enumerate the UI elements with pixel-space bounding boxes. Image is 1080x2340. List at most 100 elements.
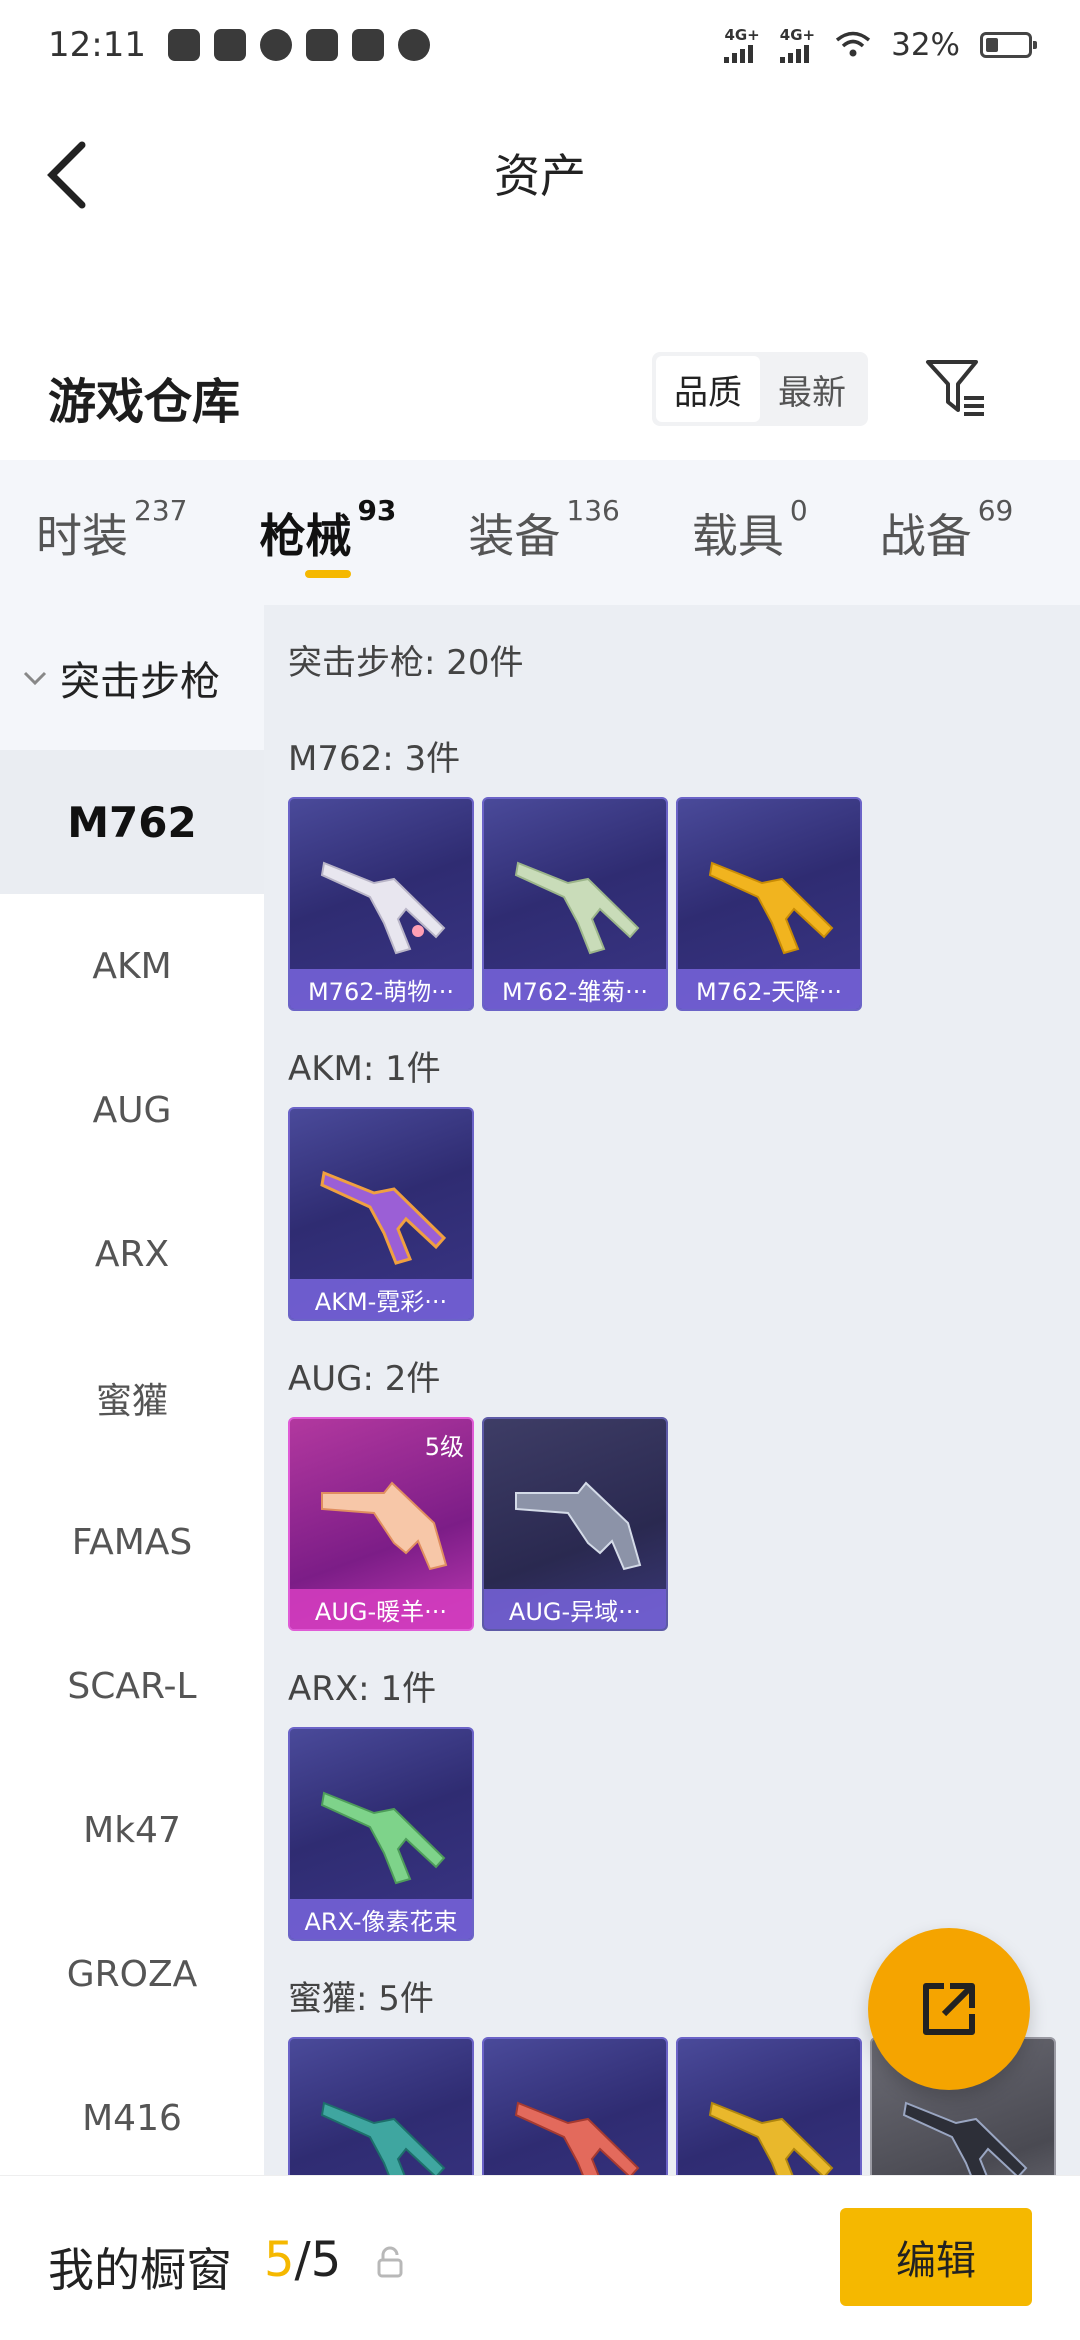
tab-label: 枪械 bbox=[259, 509, 352, 563]
rifle-icon bbox=[320, 861, 446, 955]
weapon-card-name: M762-雏菊··· bbox=[484, 969, 666, 1009]
showcase-current: 5 bbox=[264, 2232, 295, 2288]
weapon-card[interactable] bbox=[288, 2037, 474, 2175]
weapon-card-name: ARX-像素花束 bbox=[290, 1899, 472, 1939]
tab-count: 69 bbox=[977, 494, 1014, 527]
sidebar-item-arx[interactable]: ARX bbox=[0, 1182, 264, 1326]
battery-icon bbox=[980, 32, 1037, 58]
rifle-icon bbox=[514, 861, 640, 955]
rifle-icon bbox=[515, 1481, 642, 1571]
sort-newest[interactable]: 最新 bbox=[760, 356, 864, 422]
signal-label: 4G+ bbox=[724, 25, 760, 44]
wifi-icon bbox=[835, 31, 871, 57]
tab-label: 时装 bbox=[36, 509, 128, 563]
sort-toggle: 品质 最新 bbox=[652, 352, 868, 426]
weapon-card-name: AKM-霓彩··· bbox=[290, 1279, 472, 1319]
rifle-icon bbox=[320, 1791, 446, 1885]
sidebar-item-m762[interactable]: M762 bbox=[0, 750, 264, 894]
warehouse-row: 游戏仓库 品质 最新 bbox=[0, 340, 1080, 450]
showcase-bar: 我的橱窗 5/5 编辑 bbox=[0, 2175, 1080, 2340]
group-grid-m762: M762-萌物··· M762-雏菊··· M762-天降··· bbox=[288, 797, 862, 1011]
weapon-card[interactable]: 5级 AUG-暖羊··· bbox=[288, 1417, 474, 1631]
group-grid-akm: AKM-霓彩··· bbox=[288, 1107, 474, 1321]
status-time: 12:11 bbox=[48, 25, 146, 65]
showcase-label: 我的橱窗 bbox=[48, 2243, 232, 2297]
sidebar-item-honey-badger[interactable]: 蜜獾 bbox=[0, 1326, 264, 1470]
chevron-down-icon bbox=[23, 671, 47, 685]
tab-count: 136 bbox=[566, 494, 620, 527]
mail-icon bbox=[213, 29, 246, 61]
signal-icon: 4G+ bbox=[724, 25, 760, 63]
category-tabs: 时装 237 枪械 93 装备 136 载具 0 战备 69 bbox=[0, 460, 1080, 605]
group-label-honey-badger: 蜜獾: 5件 bbox=[288, 1979, 434, 2019]
weapon-card[interactable]: AUG-异域··· bbox=[482, 1417, 668, 1631]
weapon-card-name: M762-天降··· bbox=[678, 969, 860, 1009]
tab-underline bbox=[305, 570, 352, 578]
rifle-icon bbox=[321, 1481, 448, 1571]
status-bar: 12:11 4G+ 4G+ 32% bbox=[0, 0, 1080, 90]
weapon-card[interactable]: M762-萌物··· bbox=[288, 797, 474, 1011]
notification-icons bbox=[167, 29, 430, 61]
tab-count: 237 bbox=[134, 494, 188, 527]
share-button[interactable] bbox=[868, 1928, 1030, 2090]
summary-label: 突击步枪: 20件 bbox=[288, 643, 524, 683]
page-title: 资产 bbox=[494, 149, 586, 203]
weapon-card[interactable]: ARX-像素花束 bbox=[288, 1727, 474, 1941]
tab-label: 战备 bbox=[879, 509, 972, 563]
lock-icon bbox=[377, 2246, 403, 2278]
sidebar-item-famas[interactable]: FAMAS bbox=[0, 1470, 264, 1614]
group-grid-aug: 5级 AUG-暖羊··· AUG-异域··· bbox=[288, 1417, 668, 1631]
weapon-card[interactable]: M762-雏菊··· bbox=[482, 797, 668, 1011]
tab-equipment[interactable]: 装备 136 bbox=[468, 460, 619, 605]
tab-count: 93 bbox=[357, 494, 397, 527]
tab-label: 装备 bbox=[468, 509, 561, 563]
weapon-card[interactable]: AKM-霓彩··· bbox=[288, 1107, 474, 1321]
tab-vehicles[interactable]: 载具 0 bbox=[692, 460, 808, 605]
tab-fashion[interactable]: 时装 237 bbox=[36, 460, 187, 605]
share-icon bbox=[923, 1983, 975, 2035]
showcase-count: 5/5 bbox=[264, 2232, 341, 2288]
signal-label-2: 4G+ bbox=[779, 25, 816, 44]
group-label-aug: AUG: 2件 bbox=[288, 1359, 441, 1399]
rifle-icon bbox=[320, 1170, 447, 1265]
sidebar-item-scar-l[interactable]: SCAR-L bbox=[0, 1614, 264, 1758]
sort-quality[interactable]: 品质 bbox=[656, 356, 760, 422]
signal-icon-2: 4G+ bbox=[779, 25, 816, 63]
weapon-card-name: M762-萌物··· bbox=[290, 969, 472, 1009]
filter-icon[interactable] bbox=[922, 354, 988, 420]
link-icon bbox=[397, 29, 430, 61]
rifle-icon bbox=[320, 2101, 446, 2175]
tab-guns[interactable]: 枪械 93 bbox=[259, 460, 396, 605]
sidebar-item-m416[interactable]: M416 bbox=[0, 2046, 264, 2190]
weapon-card[interactable] bbox=[482, 2037, 668, 2175]
app-header: 资产 bbox=[0, 95, 1080, 245]
group-label-arx: ARX: 1件 bbox=[288, 1669, 437, 1709]
tab-battle-gear[interactable]: 战备 69 bbox=[880, 460, 1014, 605]
battery-percent: 32% bbox=[891, 27, 960, 63]
play-icon bbox=[351, 29, 384, 61]
rifle-icon bbox=[514, 2101, 640, 2175]
sidebar-category-label: 突击步枪 bbox=[60, 658, 220, 705]
app-icon bbox=[259, 29, 292, 61]
rifle-icon bbox=[708, 2101, 834, 2175]
weapon-card[interactable] bbox=[676, 2037, 862, 2175]
group-label-akm: AKM: 1件 bbox=[288, 1049, 441, 1089]
sidebar-category[interactable]: 突击步枪 bbox=[0, 605, 264, 750]
weapon-card[interactable]: M762-天降··· bbox=[676, 797, 862, 1011]
tab-count: 0 bbox=[789, 494, 808, 527]
crown-icon bbox=[167, 29, 200, 61]
sidebar-item-mk47[interactable]: Mk47 bbox=[0, 1758, 264, 1902]
weapon-card-name: AUG-异域··· bbox=[484, 1589, 666, 1629]
tab-label: 载具 bbox=[691, 509, 784, 563]
showcase-total: 5 bbox=[310, 2232, 342, 2288]
showcase-separator: / bbox=[294, 2232, 311, 2288]
bird-icon bbox=[305, 29, 338, 61]
group-grid-arx: ARX-像素花束 bbox=[288, 1727, 474, 1941]
weapon-sidebar: 突击步枪 M762 AKM AUG ARX 蜜獾 FAMAS SCAR-L Mk… bbox=[0, 605, 264, 2190]
weapon-card-name: AUG-暖羊··· bbox=[290, 1589, 472, 1629]
rifle-icon bbox=[708, 861, 834, 955]
edit-button[interactable]: 编辑 bbox=[840, 2208, 1032, 2306]
sidebar-item-akm[interactable]: AKM bbox=[0, 894, 264, 1038]
sidebar-item-groza[interactable]: GROZA bbox=[0, 1902, 264, 2046]
sidebar-item-aug[interactable]: AUG bbox=[0, 1038, 264, 1182]
